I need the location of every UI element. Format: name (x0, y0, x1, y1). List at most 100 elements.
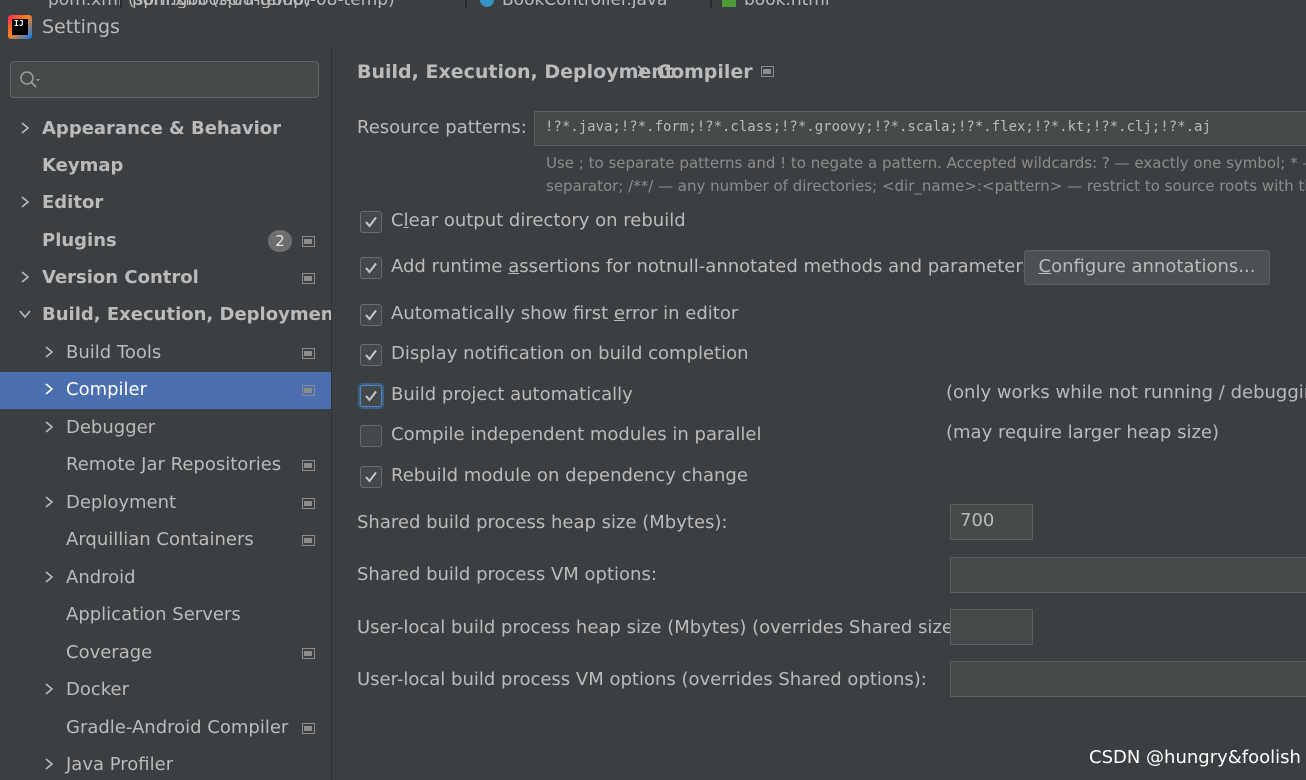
sidebar-item-label: Debugger (66, 417, 156, 438)
option-label: Compile independent modules in parallel (391, 424, 762, 445)
sidebar-item-application-servers[interactable]: Application Servers (0, 597, 331, 634)
sidebar-item-label: Coverage (66, 642, 153, 663)
chevron-right-icon[interactable] (42, 757, 56, 771)
search-icon (20, 71, 40, 88)
project-scope-icon (302, 535, 315, 546)
chevron-right-icon[interactable] (42, 682, 56, 696)
html-file-icon (722, 0, 736, 7)
chevron-right-icon[interactable] (42, 495, 56, 509)
project-scope-icon (302, 385, 315, 396)
sidebar-item-arquillian-containers[interactable]: Arquillian Containers (0, 522, 331, 559)
project-scope-icon (302, 348, 315, 359)
chevron-right-icon[interactable] (42, 382, 56, 396)
project-scope-icon (302, 648, 315, 659)
checkbox-checked[interactable] (360, 211, 382, 233)
chevron-right-icon[interactable] (18, 121, 32, 135)
option-note: (only works while not running / debuggin… (946, 382, 1306, 403)
option-note: (may require larger heap size) (946, 422, 1219, 443)
editor-tab-book-html[interactable]: book.html (722, 0, 830, 8)
sidebar-item-label: Remote Jar Repositories (66, 454, 282, 475)
option-label: Add runtime assertions for notnull-annot… (391, 256, 1033, 277)
user-heap-input[interactable] (950, 609, 1033, 645)
sidebar-item-docker[interactable]: Docker (0, 672, 331, 709)
checkbox-checked[interactable] (360, 304, 382, 326)
resource-patterns-label: Resource patterns: (357, 117, 527, 138)
sidebar-item-plugins[interactable]: Plugins 2 (0, 223, 331, 260)
tab-label: BookController.java (502, 0, 667, 8)
chevron-right-icon[interactable] (18, 195, 32, 209)
sidebar-item-remote-jar-repositories[interactable]: Remote Jar Repositories (0, 447, 331, 484)
breadcrumb-current: Compiler (657, 61, 753, 83)
chevron-down-icon[interactable] (18, 307, 32, 321)
sidebar-item-label: Java Profiler (66, 754, 174, 775)
sidebar-item-deployment[interactable]: Deployment (0, 485, 331, 522)
settings-title-bar: IJ Settings (0, 8, 332, 48)
editor-tab-pom-file[interactable]: pom.xml (springboot-08-temp) (132, 0, 395, 8)
settings-sidebar: Appearance & Behavior Keymap Editor Plugins… (0, 48, 342, 780)
sidebar-item-keymap[interactable]: Keymap (0, 148, 331, 185)
sidebar-item-label: Gradle-Android Compiler (66, 717, 289, 738)
tab-divider (710, 0, 712, 8)
editor-tab-bookcontroller[interactable]: BookController.java (480, 0, 667, 8)
sidebar-item-label: Compiler (66, 379, 148, 400)
sidebar-item-version-control[interactable]: Version Control (0, 260, 331, 297)
option-label: Rebuild module on dependency change (391, 465, 748, 486)
sidebar-item-build-execution-deployment[interactable]: Build, Execution, Deployment (0, 297, 342, 334)
resource-patterns-hint: Use ; to separate patterns and ! to nega… (546, 154, 1306, 172)
watermark: CSDN @hungry&foolish (1089, 747, 1301, 768)
java-class-icon (480, 0, 494, 7)
chevron-right-icon[interactable] (42, 570, 56, 584)
chevron-right-icon[interactable] (42, 345, 56, 359)
shared-vm-label: Shared build process VM options: (357, 564, 657, 585)
sidebar-item-java-profiler[interactable]: Java Profiler (0, 747, 331, 780)
project-scope-icon (302, 460, 315, 471)
tab-divider (465, 0, 467, 8)
checkmark-icon (365, 262, 377, 274)
configure-annotations-button[interactable]: Configure annotations... (1024, 250, 1270, 285)
resource-patterns-input[interactable]: !?*.java;!?*.form;!?*.class;!?*.groovy;!… (534, 111, 1306, 146)
checkbox-checked[interactable] (360, 385, 382, 407)
sidebar-item-coverage[interactable]: Coverage (0, 635, 331, 672)
project-scope-icon (302, 273, 315, 284)
project-scope-icon (302, 236, 315, 247)
sidebar-item-compiler[interactable]: Compiler (0, 372, 331, 409)
settings-search-input[interactable] (10, 61, 319, 98)
sidebar-item-label: Build, Execution, Deployment (42, 304, 343, 325)
sidebar-item-android[interactable]: Android (0, 560, 331, 597)
checkbox-checked[interactable] (360, 344, 382, 366)
compiler-settings-panel: Build, Execution, Deployment Compiler Re… (332, 8, 1306, 780)
option-label: Automatically show first error in editor (391, 303, 739, 324)
checkmark-icon (365, 390, 377, 402)
tab-label: pom.xml (springboot-08-temp) (132, 0, 395, 8)
sidebar-item-label: Version Control (42, 267, 199, 288)
option-label: Display notification on build completion (391, 343, 749, 364)
user-vm-input[interactable] (950, 661, 1306, 697)
window-title: Settings (42, 16, 120, 38)
chevron-right-icon[interactable] (18, 270, 32, 284)
project-scope-icon (302, 723, 315, 734)
plugins-update-badge: 2 (268, 230, 292, 252)
checkbox-checked[interactable] (360, 466, 382, 488)
breadcrumb-separator-icon (637, 65, 646, 77)
tab-divider (120, 0, 122, 8)
checkbox-unchecked[interactable] (360, 425, 382, 447)
sidebar-item-label: Build Tools (66, 342, 162, 363)
sidebar-item-gradle-android-compiler[interactable]: Gradle-Android Compiler (0, 710, 331, 747)
sidebar-item-label: Deployment (66, 492, 177, 513)
checkmark-icon (365, 471, 377, 483)
sidebar-item-appearance-behavior[interactable]: Appearance & Behavior (0, 111, 331, 148)
checkmark-icon (365, 216, 377, 228)
editor-tab-strip: pom.xml (springboot-08-temp) pom.xml (sp… (0, 0, 1306, 8)
shared-heap-input[interactable]: 700 (950, 504, 1033, 540)
breadcrumb-parent[interactable]: Build, Execution, Deployment (357, 61, 674, 83)
sidebar-item-label: Editor (42, 192, 104, 213)
resource-patterns-hint: separator; /**/ — any number of director… (546, 177, 1306, 195)
sidebar-item-editor[interactable]: Editor (0, 185, 331, 222)
sidebar-item-build-tools[interactable]: Build Tools (0, 335, 331, 372)
checkbox-checked[interactable] (360, 257, 382, 279)
chevron-right-icon[interactable] (42, 420, 56, 434)
sidebar-item-label: Appearance & Behavior (42, 118, 282, 139)
shared-vm-input[interactable] (950, 557, 1306, 593)
sidebar-item-debugger[interactable]: Debugger (0, 410, 331, 447)
tab-label: book.html (744, 0, 830, 8)
